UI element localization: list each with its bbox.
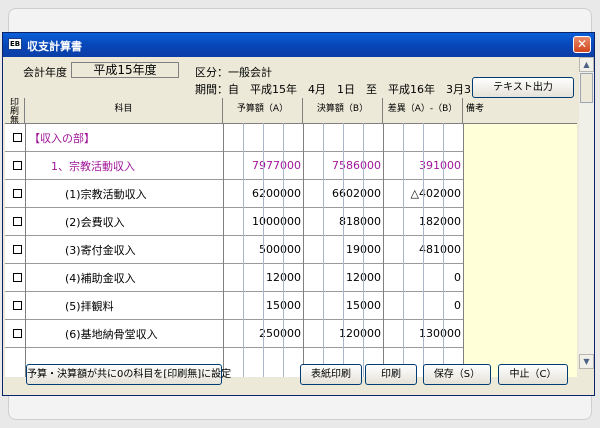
save-button[interactable]: 保存（S） xyxy=(423,364,491,385)
row-item-label: (5)拝観料 xyxy=(65,300,114,313)
window-title: 収支計算書 xyxy=(27,40,82,53)
row-actual-value[interactable]: 120000 xyxy=(303,327,381,340)
scroll-up-button[interactable]: ▲ xyxy=(579,57,594,72)
arrow-down-icon: ▼ xyxy=(583,357,590,366)
no-print-checkbox[interactable] xyxy=(13,161,22,170)
digit-guide xyxy=(323,123,324,377)
row-budget-value[interactable]: 1000000 xyxy=(223,215,301,228)
title-bar: EB 収支計算書 ✕ xyxy=(3,33,594,57)
no-print-checkbox[interactable] xyxy=(13,245,22,254)
vertical-scrollbar[interactable]: ▲ ▼ xyxy=(579,57,594,369)
cancel-button[interactable]: 中止（C） xyxy=(498,364,568,385)
category-label: 区分：一般会計 xyxy=(195,66,272,79)
table-row: 【収入の部】 xyxy=(5,124,463,152)
no-print-checkbox[interactable] xyxy=(13,217,22,226)
arrow-up-icon: ▲ xyxy=(583,60,590,69)
row-diff-value[interactable]: △402000 xyxy=(383,187,461,200)
no-print-checkbox[interactable] xyxy=(13,329,22,338)
print-button[interactable]: 印刷 xyxy=(365,364,417,385)
table-row: 1、宗教活動収入 7977000 7586000 391000 xyxy=(5,152,463,180)
row-actual-value[interactable]: 6602000 xyxy=(303,187,381,200)
no-print-checkbox[interactable] xyxy=(13,301,22,310)
row-item-label: (3)寄付金収入 xyxy=(65,244,136,257)
digit-guide xyxy=(403,123,404,377)
column-header-item: 科目 xyxy=(25,98,223,123)
scroll-thumb[interactable] xyxy=(580,73,593,103)
digit-guide xyxy=(443,123,444,377)
row-item-label: (1)宗教活動収入 xyxy=(65,188,147,201)
column-header-print: 印刷無 xyxy=(5,98,25,126)
period-label: 期間：自 平成15年 4月 1日 至 平成16年 3月31日 xyxy=(195,83,489,96)
column-divider xyxy=(25,123,26,377)
text-output-button[interactable]: テキスト出力 xyxy=(472,77,574,98)
column-header-diff: 差異（A）-（B） xyxy=(383,98,463,123)
table-row: (6)基地納骨堂収入 250000 120000 130000 xyxy=(5,320,463,348)
column-header-memo: 備考 xyxy=(466,104,485,114)
row-budget-value[interactable]: 250000 xyxy=(223,327,301,340)
close-icon: ✕ xyxy=(576,37,588,51)
fiscal-year-field: 平成15年度 xyxy=(71,62,179,78)
digit-guide xyxy=(243,123,244,377)
memo-column[interactable] xyxy=(463,124,577,377)
row-actual-value[interactable]: 12000 xyxy=(303,271,381,284)
row-budget-value[interactable]: 12000 xyxy=(223,271,301,284)
row-actual-value[interactable]: 19000 xyxy=(303,243,381,256)
row-item-label: (2)会費収入 xyxy=(65,216,125,229)
no-print-checkbox[interactable] xyxy=(13,273,22,282)
row-diff-value[interactable]: 391000 xyxy=(383,159,461,172)
row-actual-value[interactable]: 7586000 xyxy=(303,159,381,172)
row-diff-value[interactable]: 130000 xyxy=(383,327,461,340)
table-row: (1)宗教活動収入 6200000 6602000 △402000 xyxy=(5,180,463,208)
row-diff-value[interactable]: 0 xyxy=(383,299,461,312)
fiscal-year-label: 会計年度 xyxy=(23,66,67,79)
column-divider xyxy=(223,123,224,377)
column-divider xyxy=(463,123,464,377)
row-diff-value[interactable]: 0 xyxy=(383,271,461,284)
row-budget-value[interactable]: 7977000 xyxy=(223,159,301,172)
no-print-checkbox[interactable] xyxy=(13,189,22,198)
row-item-label: 【収入の部】 xyxy=(29,132,95,145)
row-item-label: 1、宗教活動収入 xyxy=(51,160,135,173)
table-row: (4)補助金収入 12000 12000 0 xyxy=(5,264,463,292)
table-row: (2)会費収入 1000000 818000 182000 xyxy=(5,208,463,236)
row-item-label: (6)基地納骨堂収入 xyxy=(65,328,158,341)
column-header-budget: 予算額（A） xyxy=(223,98,303,123)
statement-grid: 印刷無 科目 予算額（A） 決算額（B） 差異（A）-（B） 備考 【収入の部】… xyxy=(5,98,577,377)
row-diff-value[interactable]: 182000 xyxy=(383,215,461,228)
column-divider xyxy=(303,123,304,377)
digit-guide xyxy=(363,123,364,377)
close-button[interactable]: ✕ xyxy=(573,36,591,53)
row-actual-value[interactable]: 15000 xyxy=(303,299,381,312)
digit-guide xyxy=(343,123,344,377)
digit-guide xyxy=(263,123,264,377)
no-print-checkbox[interactable] xyxy=(13,133,22,142)
table-row: (3)寄付金収入 500000 19000 481000 xyxy=(5,236,463,264)
digit-guide xyxy=(423,123,424,377)
set-no-print-button[interactable]: 予算・決算額が共に0の科目を[印刷無]に設定 xyxy=(26,364,231,385)
row-budget-value[interactable]: 15000 xyxy=(223,299,301,312)
row-diff-value[interactable]: 481000 xyxy=(383,243,461,256)
table-row: (5)拝観料 15000 15000 0 xyxy=(5,292,463,320)
digit-guide xyxy=(283,123,284,377)
app-icon: EB xyxy=(8,38,22,50)
column-header-actual: 決算額（B） xyxy=(303,98,383,123)
cover-print-button[interactable]: 表紙印刷 xyxy=(300,364,362,385)
column-divider xyxy=(383,123,384,377)
scroll-down-button[interactable]: ▼ xyxy=(579,354,594,369)
income-statement-window: EB 収支計算書 ✕ 会計年度 平成15年度 区分：一般会計 期間：自 平成15… xyxy=(2,32,595,396)
grid-header: 印刷無 科目 予算額（A） 決算額（B） 差異（A）-（B） 備考 xyxy=(5,98,577,126)
row-actual-value[interactable]: 818000 xyxy=(303,215,381,228)
row-item-label: (4)補助金収入 xyxy=(65,272,136,285)
row-budget-value[interactable]: 6200000 xyxy=(223,187,301,200)
row-budget-value[interactable]: 500000 xyxy=(223,243,301,256)
